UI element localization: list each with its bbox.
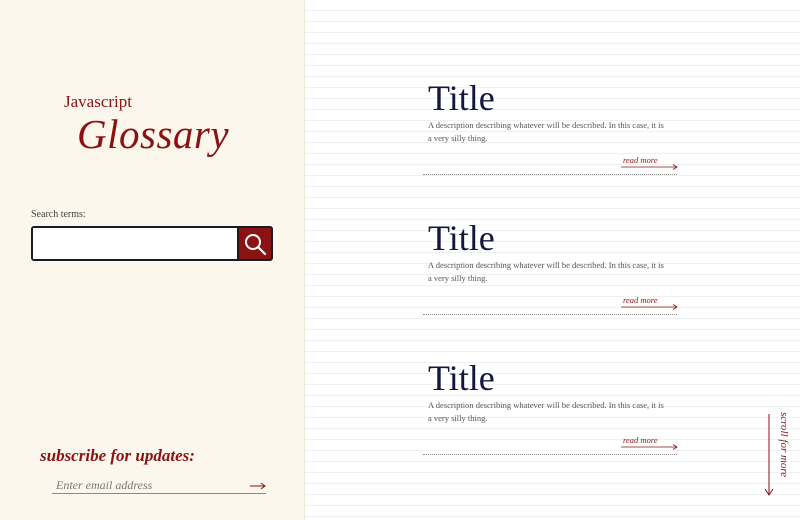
brand-title: Glossary xyxy=(77,111,230,157)
read-more-link[interactable]: read more xyxy=(621,435,678,451)
card-divider xyxy=(423,174,677,175)
read-more-link[interactable]: read more xyxy=(621,155,678,171)
email-submit-button[interactable] xyxy=(249,477,267,490)
scroll-hint-label: scroll for more xyxy=(778,412,790,478)
arrow-right-icon xyxy=(250,482,266,490)
email-field[interactable] xyxy=(52,479,266,494)
arrow-down-icon xyxy=(764,414,774,496)
read-more-link[interactable]: read more xyxy=(621,295,678,311)
main-content: Title A description describing whatever … xyxy=(305,0,800,520)
subscribe-title: subscribe for updates: xyxy=(40,446,195,465)
card-description: A description describing whatever will b… xyxy=(428,120,664,143)
search-icon xyxy=(245,233,267,255)
card-title: Title xyxy=(428,78,495,118)
arrow-right-icon xyxy=(621,164,678,170)
card-divider xyxy=(423,314,677,315)
card-title: Title xyxy=(428,358,495,398)
arrow-right-icon xyxy=(621,444,678,450)
card-title: Title xyxy=(428,218,495,258)
search-label: Search terms: xyxy=(31,209,86,220)
brand-top: Javascript xyxy=(64,92,132,111)
search-input[interactable] xyxy=(33,228,237,259)
card-description: A description describing whatever will b… xyxy=(428,400,664,423)
search-box xyxy=(31,226,273,261)
card-description: A description describing whatever will b… xyxy=(428,260,664,283)
search-button[interactable] xyxy=(237,228,271,259)
scroll-for-more[interactable]: scroll for more xyxy=(762,412,790,498)
arrow-right-icon xyxy=(621,304,678,310)
card-divider xyxy=(423,454,677,455)
sidebar: Javascript Glossary Search terms: subscr… xyxy=(0,0,305,520)
